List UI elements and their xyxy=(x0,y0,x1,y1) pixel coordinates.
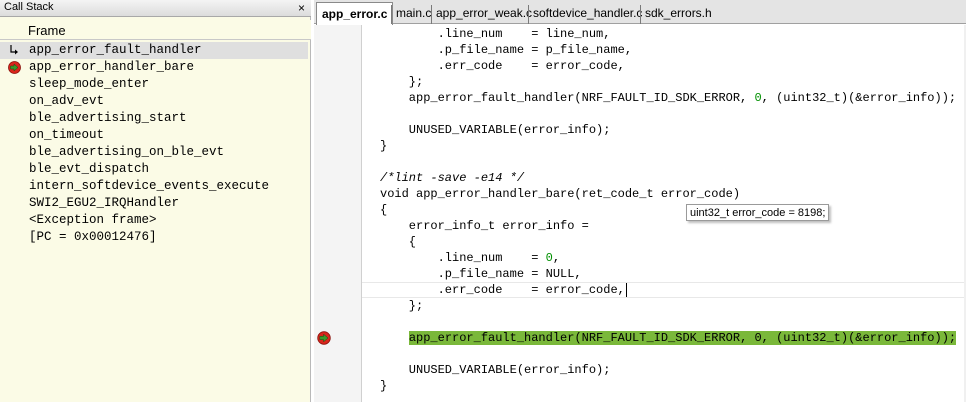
call-stack-frame[interactable]: app_error_fault_handler xyxy=(0,42,308,59)
text-caret xyxy=(625,283,627,297)
code-text: .line_num = 0, xyxy=(380,251,561,265)
call-stack-titlebar: Call Stack × xyxy=(0,0,311,17)
code-text: error_info_t error_info = xyxy=(380,219,589,233)
code-line[interactable]: 59 .p_file_name = NULL, xyxy=(362,266,966,282)
code-text: UNUSED_VARIABLE(error_info); xyxy=(380,123,611,137)
code-text: .p_file_name = NULL, xyxy=(380,267,582,281)
code-text: .line_num = line_num, xyxy=(380,27,611,41)
call-stack-frame[interactable]: intern_softdevice_events_execute xyxy=(0,178,308,195)
code-text: UNUSED_VARIABLE(error_info); xyxy=(380,363,611,377)
tab-app-error-weak-c[interactable]: app_error_weak.c xyxy=(431,5,536,24)
code-line[interactable]: 66} xyxy=(362,378,966,394)
code-text: { xyxy=(380,235,417,249)
code-text: app_error_fault_handler(NRF_FAULT_ID_SDK… xyxy=(380,330,957,346)
call-stack-frame[interactable]: sleep_mode_enter xyxy=(0,76,308,93)
code-line[interactable]: 51} xyxy=(362,138,966,154)
call-stack-frame[interactable]: ble_advertising_on_ble_evt xyxy=(0,144,308,161)
code-line[interactable]: 53/*lint -save -e14 */ xyxy=(362,170,966,186)
code-line[interactable]: 54void app_error_handler_bare(ret_code_t… xyxy=(362,186,966,202)
frame-column-label: Frame xyxy=(28,23,66,38)
code-line[interactable]: 50 UNUSED_VARIABLE(error_info); xyxy=(362,122,966,138)
code-line[interactable]: 49 xyxy=(362,106,966,122)
code-line[interactable]: 58 .line_num = 0, xyxy=(362,250,966,266)
code-line[interactable]: 44 .line_num = line_num, xyxy=(362,26,966,42)
close-icon[interactable]: × xyxy=(298,0,305,16)
variable-tooltip: uint32_t error_code = 8198; xyxy=(686,204,830,221)
call-stack-title: Call Stack xyxy=(4,1,54,13)
code-text: } xyxy=(380,139,388,153)
code-line[interactable]: 63 app_error_fault_handler(NRF_FAULT_ID_… xyxy=(362,330,966,346)
tab-softdevice-handler-c[interactable]: softdevice_handler.c xyxy=(528,5,646,24)
code-text: }; xyxy=(380,299,424,313)
frame-label: app_error_handler_bare xyxy=(29,60,195,74)
code-text: } xyxy=(380,379,388,393)
code-line[interactable]: 45 .p_file_name = p_file_name, xyxy=(362,42,966,58)
editor-gutter[interactable] xyxy=(314,25,362,402)
call-stack-panel: Call Stack × Frame app_error_fault_handl… xyxy=(0,0,311,402)
frame-label: ble_evt_dispatch xyxy=(29,162,150,176)
current-statement-highlight: app_error_fault_handler(NRF_FAULT_ID_SDK… xyxy=(408,331,957,345)
code-line[interactable]: 60 .err_code = error_code, xyxy=(362,282,966,298)
breakpoint-arrow-icon[interactable] xyxy=(317,331,331,345)
code-text: { xyxy=(380,203,388,217)
frame-label: on_timeout xyxy=(29,128,105,142)
code-line[interactable]: 48 app_error_fault_handler(NRF_FAULT_ID_… xyxy=(362,90,966,106)
call-stack-frame[interactable]: <Exception frame> xyxy=(0,212,308,229)
frame-label: SWI2_EGU2_IRQHandler xyxy=(29,196,180,210)
call-stack-frame[interactable]: ble_advertising_start xyxy=(0,110,308,127)
editor-tab-bar: app_error.c main.c app_error_weak.c soft… xyxy=(314,0,966,25)
code-text: .err_code = error_code, xyxy=(380,283,625,297)
numeric-literal: 0 xyxy=(754,91,762,105)
frame-label: ble_advertising_on_ble_evt xyxy=(29,145,225,159)
call-stack-list: app_error_fault_handler app_error_handle… xyxy=(0,42,311,246)
frame-label: [PC = 0x00012476] xyxy=(29,230,157,244)
code-line[interactable]: 65 UNUSED_VARIABLE(error_info); xyxy=(362,362,966,378)
code-area[interactable]: 44 .line_num = line_num,45 .p_file_name … xyxy=(362,25,966,402)
code-text: app_error_fault_handler(NRF_FAULT_ID_SDK… xyxy=(380,91,957,105)
current-frame-arrow-icon xyxy=(10,45,18,55)
code-line[interactable]: 62 xyxy=(362,314,966,330)
code-line[interactable]: 61 }; xyxy=(362,298,966,314)
frame-label: intern_softdevice_events_execute xyxy=(29,179,270,193)
code-text: .err_code = error_code, xyxy=(380,59,625,73)
code-text: }; xyxy=(380,75,424,89)
code-text: /*lint -save -e14 */ xyxy=(380,171,525,185)
code-text: void app_error_handler_bare(ret_code_t e… xyxy=(380,187,741,201)
call-stack-frame[interactable]: SWI2_EGU2_IRQHandler xyxy=(0,195,308,212)
code-line[interactable]: 47 }; xyxy=(362,74,966,90)
code-line[interactable]: 52 xyxy=(362,154,966,170)
frame-label: sleep_mode_enter xyxy=(29,77,150,91)
frame-label: ble_advertising_start xyxy=(29,111,187,125)
frame-label: <Exception frame> xyxy=(29,213,157,227)
tab-sdk-errors-h[interactable]: sdk_errors.h xyxy=(640,5,716,24)
code-line[interactable]: 55−{ xyxy=(362,202,966,218)
code-line[interactable]: 57− { xyxy=(362,234,966,250)
call-stack-frame[interactable]: on_timeout xyxy=(0,127,308,144)
call-stack-frame[interactable]: [PC = 0x00012476] xyxy=(0,229,308,246)
tab-main-c[interactable]: main.c xyxy=(391,5,435,24)
code-line[interactable]: 67 xyxy=(362,394,966,402)
call-stack-frame[interactable]: app_error_handler_bare xyxy=(0,59,308,76)
frame-column-header[interactable]: Frame xyxy=(0,20,311,40)
call-stack-frame[interactable]: on_adv_evt xyxy=(0,93,308,110)
tab-app-error-c[interactable]: app_error.c xyxy=(316,2,394,25)
code-line[interactable]: 46 .err_code = error_code, xyxy=(362,58,966,74)
code-line[interactable]: 56 error_info_t error_info = xyxy=(362,218,966,234)
code-line[interactable]: 64 xyxy=(362,346,966,362)
numeric-literal: 0 xyxy=(545,251,553,265)
call-stack-frame[interactable]: ble_evt_dispatch xyxy=(0,161,308,178)
breakpoint-arrow-icon xyxy=(8,61,21,74)
source-editor: app_error.c main.c app_error_weak.c soft… xyxy=(314,0,966,402)
frame-label: app_error_fault_handler xyxy=(29,43,202,57)
code-text: .p_file_name = p_file_name, xyxy=(380,43,633,57)
frame-label: on_adv_evt xyxy=(29,94,105,108)
